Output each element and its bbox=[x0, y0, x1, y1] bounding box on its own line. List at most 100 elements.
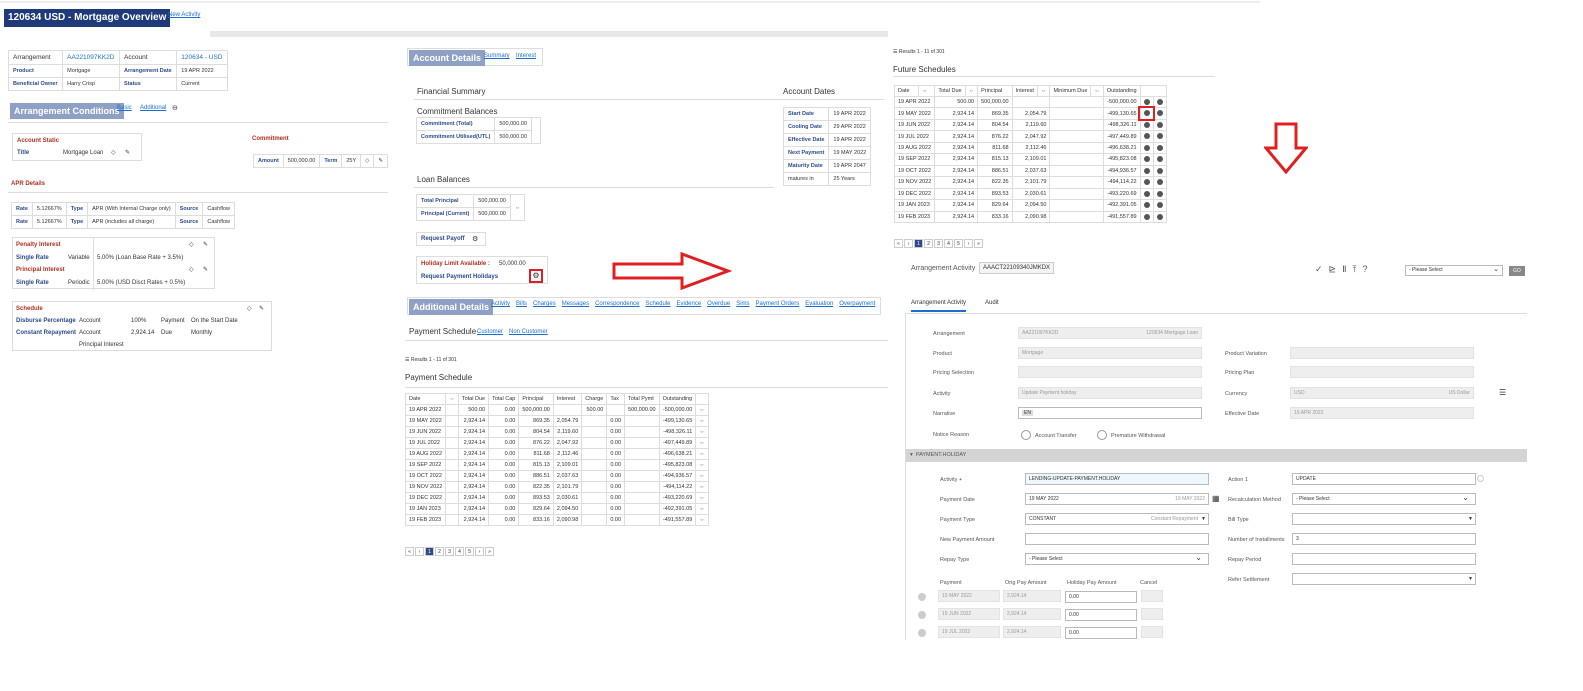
remove-row-icon[interactable] bbox=[918, 629, 926, 637]
page-button[interactable]: 4 bbox=[455, 547, 464, 556]
row-view-icon[interactable] bbox=[1139, 199, 1154, 212]
ps-col-header[interactable]: Total Due bbox=[457, 393, 490, 405]
row-view-icon[interactable] bbox=[1139, 153, 1154, 166]
row-detail-icon[interactable] bbox=[1152, 187, 1167, 201]
menu-icon[interactable]: ☰ bbox=[893, 49, 897, 55]
ps-col-header[interactable]: Tax bbox=[606, 393, 626, 405]
tab-interest[interactable]: Interest bbox=[516, 53, 536, 59]
go-button[interactable]: GO bbox=[1509, 266, 1525, 276]
ps-col-header[interactable]: Outstanding bbox=[658, 393, 697, 405]
tab-evaluation[interactable]: Evaluation bbox=[805, 301, 833, 307]
commit-icon[interactable]: ✓ bbox=[1315, 264, 1329, 274]
page-button[interactable]: » bbox=[974, 239, 983, 248]
page-button[interactable]: « bbox=[894, 239, 903, 248]
ps-col-header[interactable]: Total Pymt bbox=[624, 393, 660, 405]
act-field[interactable]: LENDING-UPDATE-PAYMENT.HOLIDAY bbox=[1025, 473, 1209, 485]
new-activity-link[interactable]: New Activity bbox=[168, 12, 200, 18]
acc-value[interactable]: 120634 - USD bbox=[176, 50, 228, 65]
tab-customer[interactable]: Customer bbox=[477, 329, 503, 335]
edit-icon[interactable]: ✎ bbox=[373, 154, 388, 168]
activity-select[interactable]: - Please Select ⌄ bbox=[1405, 265, 1503, 276]
column-resize-icon[interactable]: ⇔ bbox=[1036, 85, 1051, 97]
page-button[interactable]: › bbox=[964, 239, 973, 248]
row-expand-icon[interactable]: ⇔ bbox=[695, 415, 709, 427]
page-button[interactable]: » bbox=[485, 547, 494, 556]
tab-sims[interactable]: Sims bbox=[736, 301, 749, 307]
holiday-pay-amount[interactable]: 0.00 bbox=[1065, 591, 1137, 603]
edit-icon[interactable]: ✎ bbox=[203, 241, 208, 248]
holiday-cancel[interactable] bbox=[1141, 590, 1163, 602]
fs-col-header[interactable]: Minimum Due bbox=[1049, 85, 1092, 97]
tab-overdue[interactable]: Overdue bbox=[707, 301, 730, 307]
tab-correspondence[interactable]: Correspondence bbox=[595, 301, 639, 307]
row-view-icon[interactable] bbox=[1139, 130, 1154, 143]
row-expand-icon[interactable]: ⇔ bbox=[695, 481, 709, 493]
row-detail-icon[interactable] bbox=[1152, 176, 1167, 189]
column-resize-icon[interactable]: ⇔ bbox=[1090, 85, 1104, 97]
page-button[interactable]: 1 bbox=[425, 547, 434, 556]
row-expand-icon[interactable]: ⇔ bbox=[695, 503, 709, 515]
page-button[interactable]: ‹ bbox=[904, 239, 913, 248]
column-resize-icon[interactable]: ⇔ bbox=[964, 85, 979, 97]
diamond-icon[interactable]: ◇ bbox=[247, 305, 252, 312]
tab-summary[interactable]: Summary bbox=[484, 53, 510, 59]
row-expand-icon[interactable]: ⇔ bbox=[695, 404, 709, 416]
tab-arrangement-activity[interactable]: Arrangement Activity bbox=[911, 300, 967, 312]
ps-col-header[interactable]: Charge bbox=[581, 393, 608, 405]
row-detail-icon[interactable] bbox=[1152, 118, 1167, 132]
fs-col-header[interactable]: Principal bbox=[977, 85, 1013, 97]
list-icon[interactable]: ☰ bbox=[1499, 388, 1506, 397]
tab-messages[interactable]: Messages bbox=[562, 301, 589, 307]
row-detail-icon[interactable] bbox=[1152, 199, 1167, 212]
row-detail-icon[interactable] bbox=[1152, 153, 1167, 166]
page-button[interactable]: 3 bbox=[934, 239, 943, 248]
ps-col-header[interactable]: Total Cap bbox=[488, 393, 520, 405]
edit-icon[interactable]: ✎ bbox=[203, 266, 208, 273]
page-button[interactable]: 1 bbox=[914, 239, 923, 248]
page-button[interactable]: 3 bbox=[445, 547, 454, 556]
tab-charges[interactable]: Charges bbox=[533, 301, 556, 307]
row-detail-icon[interactable] bbox=[1152, 107, 1167, 120]
row-detail-icon[interactable] bbox=[1152, 164, 1167, 178]
row-detail-icon[interactable] bbox=[1152, 210, 1167, 224]
radio-account-transfer[interactable] bbox=[1021, 430, 1031, 440]
edit-icon[interactable]: ✎ bbox=[259, 305, 264, 312]
repayperiod-field[interactable] bbox=[1292, 553, 1476, 565]
row-view-icon[interactable] bbox=[1139, 95, 1154, 109]
row-view-icon[interactable] bbox=[1139, 210, 1154, 224]
menu-icon[interactable]: ☰ bbox=[405, 357, 409, 363]
request-payoff-button[interactable]: Request Payoff bbox=[421, 236, 465, 242]
billtype-select[interactable]: ▼ bbox=[1292, 513, 1476, 525]
column-resize-icon[interactable]: ⇔ bbox=[918, 85, 936, 97]
page-button[interactable]: « bbox=[405, 547, 414, 556]
page-button[interactable]: 4 bbox=[944, 239, 953, 248]
row-view-icon[interactable] bbox=[1139, 187, 1154, 201]
fs-col-header[interactable]: Outstanding bbox=[1102, 85, 1141, 97]
paydate-field[interactable]: 19 MAY 2022 19 MAY 2022 bbox=[1025, 493, 1209, 505]
row-expand-icon[interactable]: ⇔ bbox=[695, 426, 709, 438]
ps-col-header[interactable]: Interest bbox=[552, 393, 583, 405]
recalc-select[interactable]: - Please Select ⌄ bbox=[1292, 493, 1476, 505]
row-view-icon[interactable] bbox=[1139, 164, 1154, 178]
ps-col-header[interactable]: Date bbox=[404, 393, 447, 405]
diamond-icon[interactable]: ◇ bbox=[360, 154, 375, 168]
page-button[interactable]: ‹ bbox=[415, 547, 424, 556]
arr-value[interactable]: AA221097KK2D bbox=[62, 50, 121, 65]
tab-audit[interactable]: Audit bbox=[985, 300, 999, 306]
row-view-icon[interactable] bbox=[1139, 118, 1154, 132]
installments-field[interactable]: 3 bbox=[1292, 533, 1476, 545]
calendar-icon[interactable]: ▦ bbox=[1212, 494, 1220, 503]
newamt-field[interactable] bbox=[1025, 533, 1209, 545]
tab-activity[interactable]: Activity bbox=[491, 301, 510, 307]
page-button[interactable]: 5 bbox=[465, 547, 474, 556]
holiday-cancel[interactable] bbox=[1141, 608, 1163, 620]
help-icon[interactable]: ? bbox=[1363, 264, 1374, 274]
remove-row-icon[interactable] bbox=[918, 593, 926, 601]
holiday-cancel[interactable] bbox=[1141, 626, 1163, 638]
tab-evidence[interactable]: Evidence bbox=[676, 301, 701, 307]
row-view-icon[interactable] bbox=[1139, 141, 1154, 155]
tab-noncustomer[interactable]: Non Customer bbox=[509, 329, 548, 335]
payment-holiday-section[interactable]: ▾ PAYMENT.HOLIDAY bbox=[905, 449, 1527, 462]
tab-additional[interactable]: Additional bbox=[140, 105, 166, 111]
row-expand-icon[interactable]: ⇔ bbox=[695, 448, 709, 460]
